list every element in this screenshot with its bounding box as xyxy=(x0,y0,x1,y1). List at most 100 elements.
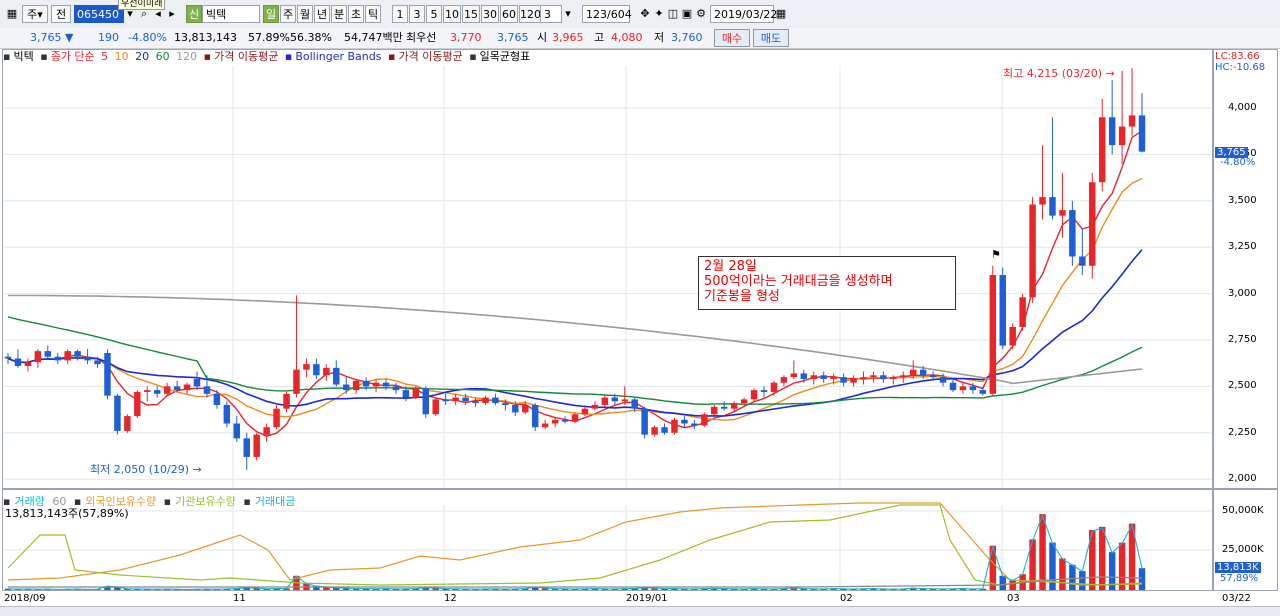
date-tick: 02 xyxy=(840,593,853,604)
period-button[interactable]: 분 xyxy=(331,5,347,23)
date-tick: 12 xyxy=(444,593,457,604)
volume-tick: 50,000K xyxy=(1222,505,1264,516)
date-tick: 03/22 xyxy=(1222,593,1251,604)
legend-stock-name: 빅텍 xyxy=(13,50,34,63)
arrow-right-icon: → xyxy=(1105,67,1115,80)
price-tick: 2,250 xyxy=(1228,426,1257,438)
interval-button[interactable]: 60 xyxy=(500,5,518,23)
price-tick: 2,000 xyxy=(1228,473,1257,485)
stock-code-input[interactable]: 065450 xyxy=(74,5,124,23)
period-button[interactable]: 년 xyxy=(314,5,330,23)
bid-price: 3,770 xyxy=(450,31,482,44)
open-price: 3,965 xyxy=(552,31,584,44)
calendar-icon[interactable]: ▦ xyxy=(774,5,788,23)
lc-label: LC:83.66 xyxy=(1215,51,1260,62)
legend-box-icon: ▪ xyxy=(243,495,251,508)
list-icon[interactable]: ▸ xyxy=(165,5,179,23)
price-tick: 2,750 xyxy=(1228,334,1257,345)
high-price: 4,080 xyxy=(611,31,643,44)
interval-button[interactable]: 5 xyxy=(426,5,442,23)
save-icon[interactable]: ▣ xyxy=(680,5,694,23)
compare-icon[interactable]: ✦ xyxy=(652,5,666,23)
legend-ma120[interactable]: 120 xyxy=(176,50,197,63)
price-axis-panel xyxy=(1213,49,1278,489)
prev-button[interactable]: 전 xyxy=(51,5,71,23)
buy-button[interactable]: 매수 xyxy=(714,29,750,47)
volume-current-pct: 57,89% xyxy=(1220,573,1259,584)
interval-button[interactable]: 10 xyxy=(443,5,461,23)
legend-box-icon: ▪ xyxy=(284,50,293,63)
market-tab[interactable]: 주▾ xyxy=(22,5,48,23)
period-button[interactable]: 월 xyxy=(297,5,313,23)
flag-icon: ⚑ xyxy=(991,248,1001,261)
legend-amount[interactable]: 거래대금 xyxy=(255,495,295,508)
price-panel xyxy=(2,49,1213,489)
quote-bar: 3,765 ▼ 190 -4.80% 13,813,143 57.89% 56.… xyxy=(0,28,1280,49)
sell-button[interactable]: 매도 xyxy=(753,29,789,47)
legend-box-icon: ▪ xyxy=(388,50,396,63)
date-field[interactable]: 2019/03/22 xyxy=(710,5,777,23)
legend-box-icon: ▪ xyxy=(163,495,172,508)
interval-button[interactable]: 1 xyxy=(392,5,408,23)
interval-button[interactable]: 3 xyxy=(409,5,425,23)
date-tick: 03 xyxy=(1007,593,1020,604)
hc-label: HC:-10.68 xyxy=(1215,62,1266,73)
low-annotation: 최저 2,050 (10/29) → xyxy=(90,463,202,476)
period-button[interactable]: 초 xyxy=(348,5,364,23)
callout-line: 기준봉을 형성 xyxy=(704,289,780,304)
legend-price-ma[interactable]: 가격 이동평균 xyxy=(214,50,278,63)
legend-price-ma-2[interactable]: 가격 이동평균 xyxy=(398,50,462,63)
legend-institution[interactable]: 기관보유수량 xyxy=(175,495,236,508)
split-icon[interactable]: ◫ xyxy=(666,5,680,23)
arrow-right-icon: → xyxy=(192,463,202,476)
legend-ma5[interactable]: 5 xyxy=(101,50,108,63)
price-tick: 3,000 xyxy=(1228,287,1257,299)
period-button[interactable]: 주 xyxy=(280,5,296,23)
legend-bollinger[interactable]: Bollinger Bands xyxy=(295,50,381,63)
open-label: 시 xyxy=(537,31,548,44)
price-tick: 3,250 xyxy=(1228,241,1257,253)
current-pct-label: -4.80% xyxy=(1220,157,1256,168)
high-label: 고 xyxy=(594,31,605,44)
volume-current-tag: 13,813K xyxy=(1215,562,1261,573)
price-tick: 3,500 xyxy=(1228,194,1257,206)
date-tick: 2019/01 xyxy=(626,593,668,604)
grid-menu-icon[interactable]: ▦ xyxy=(2,5,22,23)
legend-ma-label[interactable]: 종가 단순 xyxy=(51,50,95,63)
legend-ma60[interactable]: 60 xyxy=(156,50,170,63)
date-tick: 11 xyxy=(233,593,246,604)
interval-select[interactable]: 3 xyxy=(540,5,562,23)
stock-name-field[interactable]: 빅텍 xyxy=(202,5,260,23)
volume-value-label: 13,813,143주(57,89%) xyxy=(5,507,129,520)
count-field[interactable]: 123/604 xyxy=(582,5,632,23)
interval-button[interactable]: 30 xyxy=(481,5,499,23)
callout-line: 500억이라는 거래대금을 생성하며 xyxy=(704,274,893,289)
volume-tick: 25,000K xyxy=(1222,544,1264,555)
legend-ma10[interactable]: 10 xyxy=(115,50,129,63)
indicator-legend: ▪ 빅텍 ▪ 종가 단순 5 10 20 60 120 ▪ 가격 이동평균 ▪ Boll… xyxy=(3,50,533,64)
gear-icon[interactable]: ⚙ xyxy=(694,5,708,23)
date-tick: 2018/09 xyxy=(4,593,46,604)
market-badge: 신 xyxy=(186,5,202,23)
legend-ichimoku[interactable]: 일목균형표 xyxy=(480,50,531,63)
legend-box-icon: ▪ xyxy=(203,50,212,63)
price-tick: 2,500 xyxy=(1228,380,1257,392)
volume-value: 13,813,143 xyxy=(174,31,237,44)
interval-button[interactable]: 120 xyxy=(519,5,541,23)
price-change: 190 xyxy=(98,31,119,44)
legend-box-icon: ▪ xyxy=(3,50,11,63)
price-change-pct: -4.80% xyxy=(128,31,167,44)
tool-icon[interactable]: ✥ xyxy=(638,5,652,23)
current-price: 3,765 ▼ xyxy=(30,31,74,44)
high-annotation: 최고 4,215 (03/20) → xyxy=(1003,67,1115,80)
period-button[interactable]: 틱 xyxy=(365,5,381,23)
ask-price: 3,765 xyxy=(497,31,529,44)
callout-line: 2월 28일 xyxy=(704,259,757,274)
callout-box: 2월 28일 500억이라는 거래대금을 생성하며 기준봉을 형성 xyxy=(698,256,956,310)
period-button[interactable]: 일 xyxy=(263,5,279,23)
legend-ma20[interactable]: 20 xyxy=(135,50,149,63)
legend-box-icon: ▪ xyxy=(469,50,477,63)
chevron-down-icon[interactable]: ▾ xyxy=(562,5,574,23)
interval-button[interactable]: 15 xyxy=(462,5,480,23)
legend-box-icon: ▪ xyxy=(40,50,48,63)
